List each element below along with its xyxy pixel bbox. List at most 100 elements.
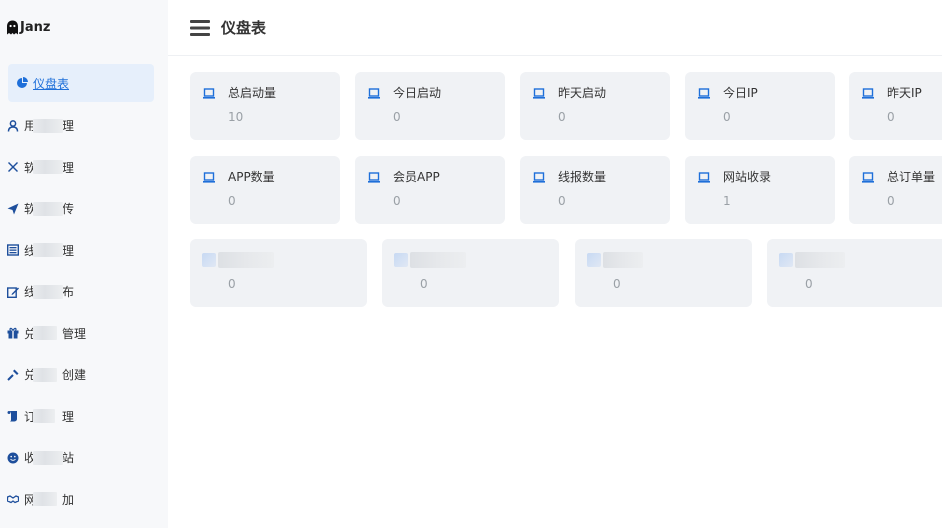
redacted-mosaic xyxy=(33,450,63,465)
chart-pie-icon xyxy=(16,77,28,89)
handshake-icon xyxy=(7,493,19,505)
sidebar-item-lead-publish[interactable]: 线布 xyxy=(0,271,168,313)
stat-value: 0 xyxy=(887,110,895,124)
stat-label: 会员APP xyxy=(393,170,440,184)
stat-card-site-index: 网站收录 1 xyxy=(685,156,835,224)
sidebar-item-software-management[interactable]: 软理 xyxy=(0,147,168,189)
sidebar-item-label-suffix: 管理 xyxy=(62,326,87,341)
stat-value: 0 xyxy=(558,194,566,208)
sidebar-item-label-suffix: 传 xyxy=(62,202,75,217)
laptop-icon xyxy=(533,88,545,99)
laptop-icon xyxy=(203,88,215,99)
redacted-label xyxy=(603,252,643,268)
sidebar-item-label-suffix: 理 xyxy=(62,243,75,258)
wrench-icon xyxy=(7,369,19,381)
stat-label: 网站收录 xyxy=(723,170,772,184)
stat-label: 今日IP xyxy=(723,86,758,100)
sidebar-item-label-suffix: 理 xyxy=(62,409,75,424)
stat-card-total-orders: 总订单量 0 xyxy=(849,156,942,224)
sidebar-item-dashboard[interactable]: 仪盘表 xyxy=(8,64,154,102)
sidebar-item-label: 仪盘表 xyxy=(33,76,70,91)
stat-value: 1 xyxy=(723,194,731,208)
laptop-icon xyxy=(698,172,710,183)
stat-value: 10 xyxy=(228,110,244,124)
stat-value: 0 xyxy=(887,194,895,208)
tools-icon xyxy=(7,161,19,173)
ghost-icon xyxy=(7,20,18,34)
stat-card-redacted: 0 xyxy=(382,239,559,307)
sidebar-item-label-suffix: 加 xyxy=(62,492,75,507)
sidebar-item-lead-management[interactable]: 线理 xyxy=(0,230,168,272)
redacted-mosaic xyxy=(33,409,55,424)
stat-value: 0 xyxy=(393,194,401,208)
brand-logo[interactable]: Janz xyxy=(6,17,50,37)
stat-value: 0 xyxy=(228,194,236,208)
stat-value: 0 xyxy=(393,110,401,124)
laptop-icon xyxy=(203,172,215,183)
stat-value: 0 xyxy=(613,277,621,291)
redacted-mosaic xyxy=(33,243,63,258)
stat-label: 线报数量 xyxy=(558,170,607,184)
redacted-icon xyxy=(587,253,601,267)
redacted-mosaic xyxy=(33,367,57,382)
sidebar-item-redeem-management[interactable]: 兑管理 xyxy=(0,313,168,355)
stat-card-yesterday-ip: 昨天IP 0 xyxy=(849,72,942,140)
redacted-icon xyxy=(779,253,793,267)
redacted-label xyxy=(795,252,845,268)
edit-icon xyxy=(7,286,19,298)
redacted-icon xyxy=(394,253,408,267)
sidebar-item-software-upload[interactable]: 软传 xyxy=(0,188,168,230)
sidebar-item-label-suffix: 站 xyxy=(62,451,75,466)
stat-card-member-app: 会员APP 0 xyxy=(355,156,505,224)
gift-icon xyxy=(7,327,19,339)
sidebar-item-redeem-create[interactable]: 兑创建 xyxy=(0,354,168,396)
sidebar-item-label-suffix: 理 xyxy=(62,119,75,134)
redacted-label xyxy=(410,252,466,268)
sidebar-item-link-add[interactable]: 网加 xyxy=(0,479,168,521)
redacted-mosaic xyxy=(33,201,63,216)
stat-card-yesterday-launches: 昨天启动 0 xyxy=(520,72,670,140)
send-icon xyxy=(7,203,19,215)
stat-label: 总启动量 xyxy=(228,86,277,100)
brand-name: Janz xyxy=(20,19,51,35)
sidebar-item-site-submission[interactable]: 收站 xyxy=(0,437,168,479)
hamburger-menu-icon[interactable] xyxy=(190,19,210,36)
redacted-mosaic xyxy=(33,160,63,175)
sidebar-nav: 仪盘表 用理 软理 软传 线理 线 布 兑 管理 兑 创建 订 理 收 站 网 … xyxy=(0,64,168,520)
stat-value: 0 xyxy=(228,277,236,291)
stat-card-lead-count: 线报数量 0 xyxy=(520,156,670,224)
stat-card-redacted: 0 xyxy=(575,239,752,307)
stat-label: 今日启动 xyxy=(393,86,442,100)
laptop-icon xyxy=(368,88,380,99)
stat-value: 0 xyxy=(723,110,731,124)
stat-value: 0 xyxy=(805,277,813,291)
redacted-icon xyxy=(202,253,216,267)
redacted-mosaic xyxy=(33,326,57,341)
smile-icon xyxy=(7,452,19,464)
laptop-icon xyxy=(698,88,710,99)
sidebar: Janz 仪盘表 用理 软理 软传 线 理 线 布 兑 管理 兑 创建 订 理 … xyxy=(0,0,168,528)
stat-card-today-launches: 今日启动 0 xyxy=(355,72,505,140)
scroll-icon xyxy=(7,410,19,422)
stat-card-redacted: 0 xyxy=(190,239,367,307)
redacted-mosaic xyxy=(33,492,57,507)
stat-value: 0 xyxy=(420,277,428,291)
laptop-icon xyxy=(533,172,545,183)
top-header: 仪盘表 xyxy=(168,0,942,56)
sidebar-item-label-suffix: 创建 xyxy=(62,368,87,383)
laptop-icon xyxy=(368,172,380,183)
page-title: 仪盘表 xyxy=(221,19,267,37)
laptop-icon xyxy=(862,172,874,183)
sidebar-item-user-management[interactable]: 用理 xyxy=(0,105,168,147)
stat-card-redacted: 0 xyxy=(767,239,942,307)
stat-card-total-launches: 总启动量 10 xyxy=(190,72,340,140)
redacted-mosaic xyxy=(33,284,63,299)
laptop-icon xyxy=(862,88,874,99)
sidebar-item-label-suffix: 布 xyxy=(62,285,75,300)
sidebar-item-order-management[interactable]: 订理 xyxy=(0,396,168,438)
stat-label: 总订单量 xyxy=(887,170,936,184)
stat-label: APP数量 xyxy=(228,170,275,184)
sidebar-item-label-suffix: 理 xyxy=(62,160,75,175)
redacted-label xyxy=(218,252,274,268)
stat-card-app-count: APP数量 0 xyxy=(190,156,340,224)
